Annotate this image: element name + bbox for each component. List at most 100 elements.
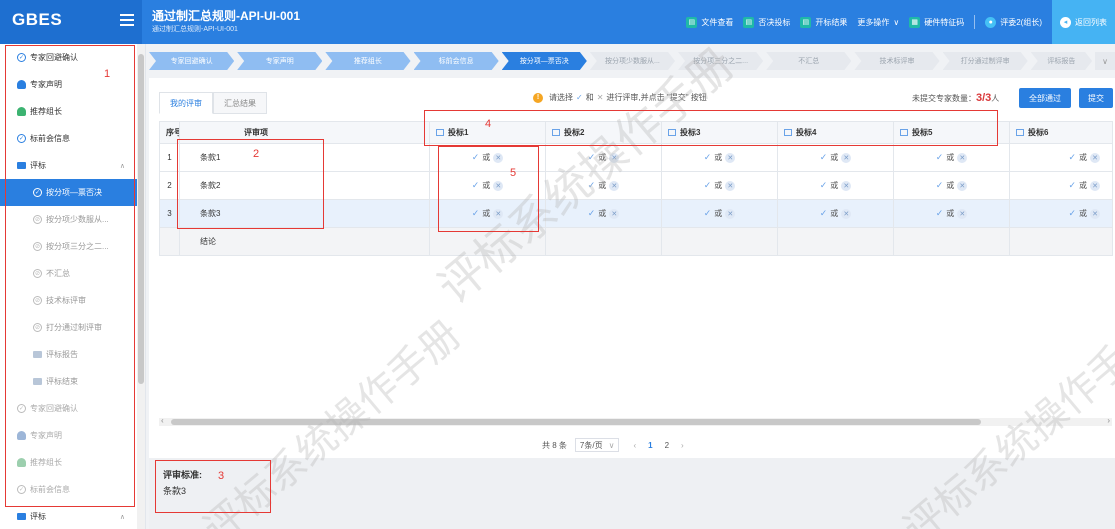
tab-summary-result[interactable]: 汇总结果 (213, 92, 267, 114)
step-majority-rule[interactable]: 按分项少数服从... (590, 52, 675, 70)
view-files-button[interactable]: ▤ 文件查看 (686, 16, 733, 28)
reject-x-icon[interactable]: ✕ (725, 208, 736, 219)
reject-x-icon[interactable]: ✕ (841, 180, 852, 191)
reject-x-icon[interactable]: ✕ (841, 152, 852, 163)
reject-x-icon[interactable]: ✕ (957, 152, 968, 163)
check-circle-icon: ⊘ (33, 242, 42, 251)
step-no-summary[interactable]: 不汇总 (766, 52, 851, 70)
step-expert-statement[interactable]: 专家声明 (237, 52, 322, 70)
reject-x-icon[interactable]: ✕ (957, 180, 968, 191)
sidebar-item-score-pass-review[interactable]: ⊘ 打分通过制评审 (0, 314, 145, 341)
reject-x-icon[interactable]: ✕ (725, 152, 736, 163)
pass-check-icon[interactable]: ✓ (588, 180, 596, 191)
reject-x-icon[interactable]: ✕ (609, 208, 620, 219)
page-size-select[interactable]: 7条/页 ∨ (574, 438, 620, 452)
step-pre-bid-info[interactable]: 标前会信息 (414, 52, 499, 70)
reject-x-icon[interactable]: ✕ (1090, 208, 1100, 219)
sidebar-item-pre-bid-info-2[interactable]: ✓ 标前会信息 (0, 476, 145, 503)
scroll-right-icon[interactable]: › (1107, 416, 1110, 425)
reject-x-icon[interactable]: ✕ (493, 208, 504, 219)
reject-x-icon[interactable]: ✕ (957, 208, 968, 219)
pass-check-icon[interactable]: ✓ (472, 180, 480, 191)
prev-page-icon[interactable]: ‹ (633, 441, 636, 450)
sidebar-item-expert-avoidance-2[interactable]: ✓ 专家回避确认 (0, 395, 145, 422)
hardware-code-button[interactable]: ▦ 硬件特征码 (909, 16, 964, 28)
step-evaluation-report[interactable]: 评标报告 (1031, 52, 1092, 70)
sidebar-item-expert-avoidance[interactable]: ✓ 专家回避确认 (0, 44, 145, 71)
table-horizontal-scrollbar[interactable]: ‹ › (159, 416, 1112, 426)
tab-my-review[interactable]: 我的评审 (159, 92, 213, 114)
pass-check-icon[interactable]: ✓ (936, 208, 944, 219)
bid-decision-cell: ✓ 或 ✕ (1009, 199, 1113, 228)
pass-check-icon[interactable]: ✓ (588, 208, 596, 219)
pass-check-icon[interactable]: ✓ (704, 180, 712, 191)
scrollbar-thumb[interactable] (171, 419, 981, 425)
reject-x-icon[interactable]: ✕ (1090, 152, 1100, 163)
sidebar-item-majority-rule[interactable]: ⊘ 按分项少数服从... (0, 206, 145, 233)
reject-x-icon[interactable]: ✕ (609, 180, 620, 191)
reject-x-icon[interactable]: ✕ (609, 152, 620, 163)
sidebar-item-expert-statement[interactable]: 专家声明 (0, 71, 145, 98)
reject-x-icon[interactable]: ✕ (1090, 180, 1100, 191)
reject-x-icon[interactable]: ✕ (725, 180, 736, 191)
folder-icon (33, 378, 42, 385)
sidebar-item-recommend-leader[interactable]: 推荐组长 (0, 98, 145, 125)
bid-decision-cell: ✓ 或 ✕ (545, 199, 662, 228)
table-row: 2 条款2 ✓ 或 ✕ ✓ 或 ✕ ✓ 或 ✕ ✓ 或 ✕ ✓ 或 ✕ ✓ 或 ✕ (159, 171, 1113, 200)
sidebar-item-expert-statement-2[interactable]: 专家声明 (0, 422, 145, 449)
next-page-icon[interactable]: › (681, 441, 684, 450)
conclusion-cell (777, 227, 894, 256)
steps-more-chevron-icon[interactable]: ∨ (1095, 52, 1115, 70)
sidebar-item-evaluation-end[interactable]: 评标结束 (0, 368, 145, 395)
page-2[interactable]: 2 (665, 441, 669, 450)
pass-check-icon[interactable]: ✓ (1068, 208, 1076, 219)
scroll-left-icon[interactable]: ‹ (161, 416, 164, 425)
conclusion-cell (661, 227, 778, 256)
user-menu[interactable]: ● 评委2(组长) (985, 16, 1042, 28)
reject-x-icon[interactable]: ✕ (841, 208, 852, 219)
bid-decision-cell: ✓ 或 ✕ (893, 143, 1010, 172)
sidebar-item-no-summary[interactable]: ⊘ 不汇总 (0, 260, 145, 287)
sidebar-item-two-thirds-rule[interactable]: ⊘ 按分项三分之二... (0, 233, 145, 260)
step-recommend-leader[interactable]: 推荐组长 (325, 52, 410, 70)
sidebar-item-evaluation-report[interactable]: 评标报告 (0, 341, 145, 368)
sidebar-item-pre-bid-info[interactable]: ✓ 标前会信息 (0, 125, 145, 152)
pass-all-button[interactable]: 全部通过 (1019, 88, 1071, 108)
opening-result-button[interactable]: ▤ 开标结果 (800, 16, 847, 28)
step-one-vote-veto[interactable]: 按分项—票否决 (502, 52, 587, 70)
pass-check-icon[interactable]: ✓ (820, 180, 828, 191)
step-technical-review[interactable]: 技术标评审 (854, 52, 939, 70)
bid-decision-cell: ✓ 或 ✕ (429, 143, 546, 172)
pass-check-icon[interactable]: ✓ (704, 208, 712, 219)
step-two-thirds-rule[interactable]: 按分项三分之二... (678, 52, 763, 70)
reject-bid-button[interactable]: ▤ 否决投标 (743, 16, 790, 28)
reject-x-icon[interactable]: ✕ (493, 180, 504, 191)
pass-check-icon[interactable]: ✓ (472, 208, 480, 219)
pass-check-icon[interactable]: ✓ (936, 180, 944, 191)
pass-check-icon[interactable]: ✓ (820, 208, 828, 219)
pass-check-icon[interactable]: ✓ (704, 152, 712, 163)
submit-button[interactable]: 提交 (1079, 88, 1113, 108)
more-actions-dropdown[interactable]: 更多操作 ∨ (857, 17, 899, 28)
pass-check-icon[interactable]: ✓ (472, 152, 480, 163)
person-icon (17, 80, 26, 89)
criteria-value: 条款3 (163, 486, 187, 496)
pass-check-icon[interactable]: ✓ (1068, 180, 1076, 191)
sidebar-scrollbar[interactable] (137, 44, 145, 529)
reject-x-icon[interactable]: ✕ (493, 152, 504, 163)
pass-check-icon[interactable]: ✓ (820, 152, 828, 163)
return-list-button[interactable]: ◂ 返回列表 (1052, 0, 1115, 44)
hamburger-menu-icon[interactable] (120, 14, 134, 26)
sidebar-item-one-vote-veto[interactable]: ✓ 按分项—票否决 (0, 179, 145, 206)
sidebar-item-recommend-leader-2[interactable]: 推荐组长 (0, 449, 145, 476)
page-1[interactable]: 1 (648, 441, 652, 450)
sidebar-group-evaluation-2[interactable]: 评标 ∧ (0, 503, 145, 529)
scrollbar-thumb[interactable] (138, 54, 144, 384)
pass-check-icon[interactable]: ✓ (936, 152, 944, 163)
sidebar-group-evaluation[interactable]: 评标 ∧ (0, 152, 145, 179)
sidebar-item-technical-review[interactable]: ⊘ 技术标评审 (0, 287, 145, 314)
pass-check-icon[interactable]: ✓ (1068, 152, 1076, 163)
pass-check-icon[interactable]: ✓ (588, 152, 596, 163)
step-expert-avoidance[interactable]: 专家回避确认 (149, 52, 234, 70)
step-score-pass-review[interactable]: 打分通过制评审 (943, 52, 1028, 70)
